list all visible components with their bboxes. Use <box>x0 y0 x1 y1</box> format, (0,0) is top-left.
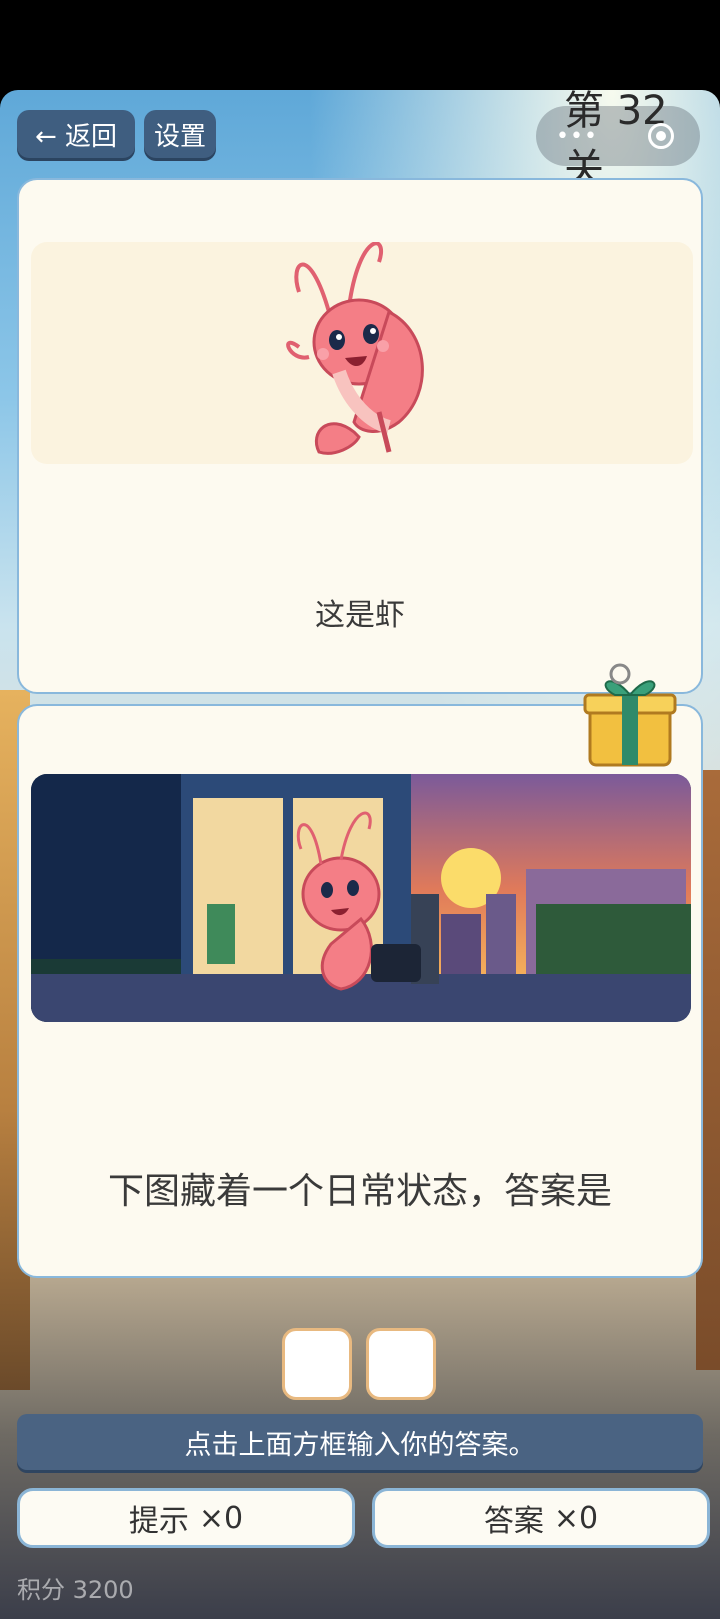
settings-button[interactable]: 设置 <box>144 110 216 158</box>
puzzle-image <box>31 774 691 1022</box>
clue-text: 这是虾 <box>315 598 405 633</box>
mini-program-capsule: ••• <box>540 112 690 160</box>
clue-card: 这是虾 <box>17 178 703 694</box>
answer-box-1[interactable] <box>282 1328 352 1400</box>
target-icon[interactable] <box>647 123 674 149</box>
puzzle-question-text: 下图藏着一个日常状态，答案是 <box>107 1171 612 1212</box>
answer-reveal-button[interactable]: 答案 ×0 <box>372 1488 710 1548</box>
puzzle-card: 下图藏着一个日常状态，答案是 <box>17 704 703 1278</box>
clue-image-panel <box>31 241 693 464</box>
game-screen: ← 返回 设置 第 32 关 ••• 这是虾 下图藏着一个日常状态，答案是 点击… <box>0 90 720 1619</box>
back-button[interactable]: ← 返回 <box>17 110 135 158</box>
hint-button[interactable]: 提示 ×0 <box>17 1488 355 1548</box>
shrimp-character-icon <box>286 241 424 455</box>
answer-count: ×0 <box>553 1500 599 1536</box>
score-text: 积分 3200 <box>17 1576 134 1604</box>
answer-box-2[interactable] <box>366 1328 436 1400</box>
answer-label: 答案 <box>483 1504 544 1539</box>
instruction-bar: 点击上面方框输入你的答案。 <box>17 1414 703 1470</box>
hint-count: ×0 <box>198 1500 244 1536</box>
gift-box-icon[interactable] <box>570 660 690 780</box>
shrimp-office-scene-icon <box>31 774 691 1022</box>
hint-label: 提示 <box>128 1504 189 1539</box>
more-dots-icon[interactable]: ••• <box>556 124 598 149</box>
